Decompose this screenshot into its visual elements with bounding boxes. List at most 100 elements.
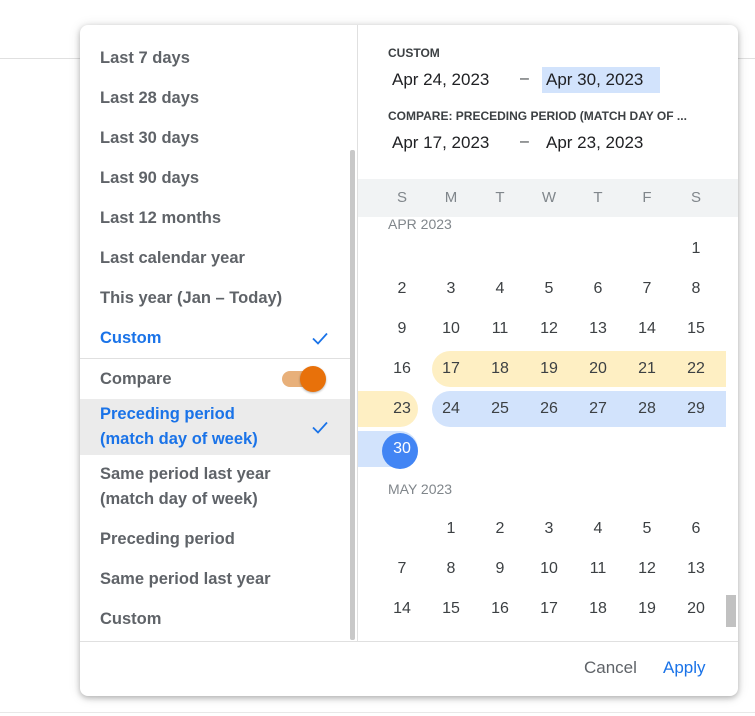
calendar-day[interactable]: 6 — [578, 269, 618, 309]
calendar-grid: APR 2023 1 2 3 4 5 6 7 8 9 10 11 12 13 14 15 16 17 18 19 20… — [358, 217, 726, 641]
range-header: CUSTOM Apr 24, 2023 – Apr 30, 2023 COMPA… — [358, 25, 738, 179]
calendar-day[interactable]: 7 — [627, 269, 667, 309]
compare-toggle[interactable] — [280, 366, 326, 392]
compare-custom[interactable]: Custom — [80, 599, 350, 639]
weekday-label: S — [396, 189, 407, 206]
calendar-day[interactable]: 23 — [480, 629, 520, 641]
calendar-day[interactable]: 2 — [480, 509, 520, 549]
calendar-day[interactable]: 5 — [627, 509, 667, 549]
calendar-day[interactable]: 1 — [676, 229, 716, 269]
calendar-day[interactable]: 4 — [578, 509, 618, 549]
calendar-day[interactable]: 27 — [578, 389, 618, 429]
calendar-day[interactable]: 21 — [382, 629, 422, 641]
calendar-day[interactable]: 12 — [529, 309, 569, 349]
compare-end-field[interactable]: Apr 23, 2023 — [542, 130, 660, 156]
calendar-day[interactable]: 15 — [676, 309, 716, 349]
calendar-day[interactable]: 28 — [627, 389, 667, 429]
calendar-day[interactable]: 19 — [627, 589, 667, 629]
compare-start-field[interactable]: Apr 17, 2023 — [388, 130, 506, 156]
compare-preceding-period[interactable]: Preceding period — [80, 519, 350, 559]
calendar-day[interactable]: 3 — [529, 509, 569, 549]
calendar-day[interactable]: 25 — [578, 629, 618, 641]
calendar-day[interactable]: 14 — [382, 589, 422, 629]
preset-last-28-days[interactable]: Last 28 days — [80, 78, 350, 118]
preset-label: Last 7 days — [100, 48, 190, 67]
calendar-day[interactable]: 20 — [676, 589, 716, 629]
page-divider-bottom — [0, 712, 755, 713]
calendar-day[interactable]: 5 — [529, 269, 569, 309]
cancel-button[interactable]: Cancel — [584, 658, 637, 678]
compare-same-period-last-year[interactable]: Same period last year — [80, 559, 350, 599]
calendar-day[interactable]: 22 — [676, 349, 716, 389]
preset-last-90-days[interactable]: Last 90 days — [80, 158, 350, 198]
calendar-day[interactable]: 14 — [627, 309, 667, 349]
dialog-footer: Cancel Apply — [80, 641, 738, 696]
compare-same-period-last-year-match-dow[interactable]: Same period last year (match day of week) — [80, 459, 350, 515]
weekday-label: M — [444, 189, 458, 206]
compare-row: Compare — [80, 359, 350, 399]
range-separator: – — [520, 70, 529, 87]
preset-last-calendar-year[interactable]: Last calendar year — [80, 238, 350, 278]
calendar-day[interactable]: 11 — [480, 309, 520, 349]
calendar-day[interactable]: 1 — [431, 509, 471, 549]
calendar-day[interactable]: 30 — [382, 429, 422, 469]
calendar-day[interactable]: 12 — [627, 549, 667, 589]
calendar-day[interactable]: 11 — [578, 549, 618, 589]
preset-this-year[interactable]: This year (Jan – Today) — [80, 278, 350, 318]
calendar-day[interactable]: 6 — [676, 509, 716, 549]
range-label: CUSTOM — [388, 46, 440, 60]
toggle-knob — [300, 366, 326, 392]
compare-option-label: Preceding period — [100, 529, 235, 548]
calendar-day[interactable]: 9 — [480, 549, 520, 589]
calendar-day[interactable]: 19 — [529, 349, 569, 389]
calendar-day[interactable]: 27 — [676, 629, 716, 641]
calendar-day[interactable]: 2 — [382, 269, 422, 309]
calendar-day[interactable]: 29 — [676, 389, 716, 429]
preset-label: Last 90 days — [100, 168, 200, 187]
calendar-day[interactable]: 9 — [382, 309, 422, 349]
calendar-day[interactable]: 16 — [382, 349, 422, 389]
preset-last-7-days[interactable]: Last 7 days — [80, 38, 350, 78]
calendar-day[interactable]: 10 — [529, 549, 569, 589]
preset-label: Last 30 days — [100, 128, 200, 147]
compare-preceding-period-match-dow[interactable]: Preceding period (match day of week) — [80, 399, 350, 455]
calendar-day[interactable]: 24 — [529, 629, 569, 641]
compare-option-label: Custom — [100, 609, 162, 628]
preset-menu: Last 7 days Last 28 days Last 30 days La… — [80, 25, 358, 641]
calendar-day[interactable]: 3 — [431, 269, 471, 309]
calendar-day[interactable]: 26 — [529, 389, 569, 429]
calendar-day[interactable]: 18 — [578, 589, 618, 629]
calendar-day[interactable]: 4 — [480, 269, 520, 309]
preset-last-30-days[interactable]: Last 30 days — [80, 118, 350, 158]
calendar-day[interactable]: 10 — [431, 309, 471, 349]
calendar-day[interactable]: 21 — [627, 349, 667, 389]
calendar-day[interactable]: 13 — [676, 549, 716, 589]
checkmark-icon — [312, 332, 328, 345]
apply-button[interactable]: Apply — [663, 658, 706, 678]
calendar-day[interactable]: 23 — [382, 389, 422, 429]
weekday-label: F — [642, 189, 652, 206]
menu-scrollbar[interactable] — [350, 150, 355, 640]
calendar-day[interactable]: 15 — [431, 589, 471, 629]
calendar-day[interactable]: 17 — [529, 589, 569, 629]
month-label: APR 2023 — [388, 217, 452, 232]
calendar-day[interactable]: 17 — [431, 349, 471, 389]
calendar-day[interactable]: 8 — [676, 269, 716, 309]
calendar-day[interactable]: 13 — [578, 309, 618, 349]
preset-custom[interactable]: Custom — [80, 318, 350, 358]
calendar-day[interactable]: 16 — [480, 589, 520, 629]
range-end-field[interactable]: Apr 30, 2023 — [542, 67, 660, 93]
calendar-day[interactable]: 25 — [480, 389, 520, 429]
calendar-day[interactable]: 8 — [431, 549, 471, 589]
calendar-scrollbar[interactable] — [726, 595, 736, 627]
calendar-day[interactable]: 26 — [627, 629, 667, 641]
preset-last-12-months[interactable]: Last 12 months — [80, 198, 350, 238]
compare-label: Compare — [100, 369, 172, 388]
calendar-day[interactable]: 18 — [480, 349, 520, 389]
calendar-day[interactable]: 22 — [431, 629, 471, 641]
calendar-day[interactable]: 20 — [578, 349, 618, 389]
calendar-day[interactable]: 7 — [382, 549, 422, 589]
calendar-day[interactable]: 24 — [431, 389, 471, 429]
range-start-field[interactable]: Apr 24, 2023 — [388, 67, 506, 93]
weekday-label: T — [495, 189, 505, 206]
